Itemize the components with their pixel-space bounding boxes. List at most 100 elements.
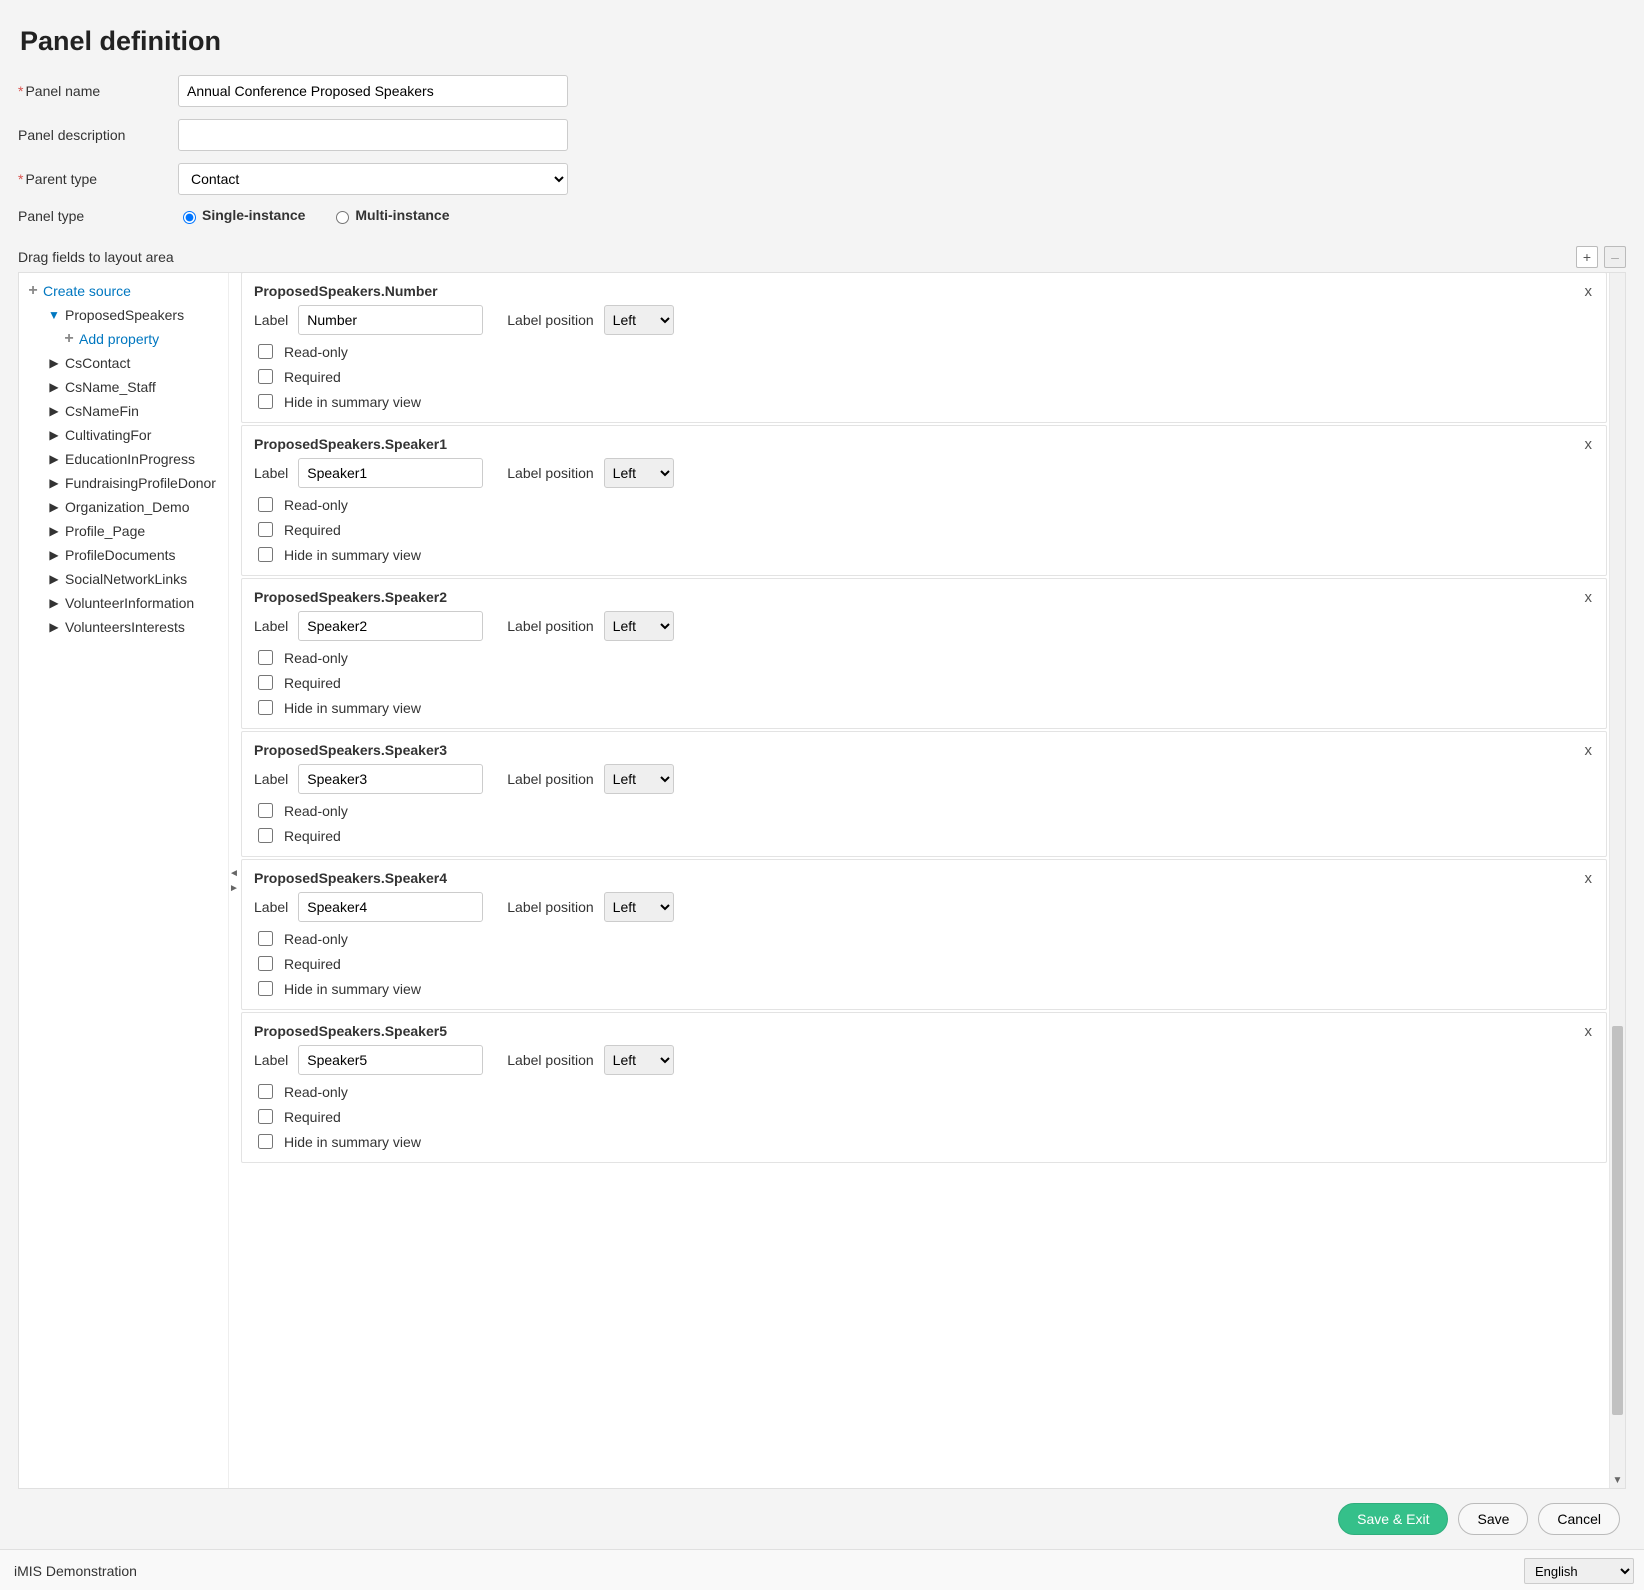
panel-desc-input[interactable] — [178, 119, 568, 151]
collapse-left-icon[interactable]: ◄ — [229, 868, 239, 879]
expand-icon[interactable]: ▶ — [45, 596, 63, 610]
tree-item[interactable]: ▶ProfileDocuments — [23, 543, 228, 567]
expand-icon[interactable]: ▶ — [45, 404, 63, 418]
save-button[interactable]: Save — [1458, 1503, 1528, 1535]
required-label: Required — [284, 1109, 341, 1125]
label-position-select[interactable]: Left — [604, 458, 674, 488]
field-block[interactable]: ProposedSpeakers.Speaker3xLabelLabel pos… — [241, 731, 1607, 857]
tree-item[interactable]: ▶Organization_Demo — [23, 495, 228, 519]
panel-type-multi-label[interactable]: Multi-instance — [331, 207, 449, 223]
field-block[interactable]: ProposedSpeakers.Speaker1xLabelLabel pos… — [241, 425, 1607, 576]
tree-root-proposedspeakers[interactable]: ▼ ProposedSpeakers — [23, 303, 228, 327]
remove-field-button[interactable]: x — [1585, 742, 1593, 759]
hide-summary-checkbox[interactable] — [258, 981, 273, 996]
parent-type-select[interactable]: Contact — [178, 163, 568, 195]
tree-item[interactable]: ▶CsContact — [23, 351, 228, 375]
splitter[interactable]: ◄ ► — [229, 273, 239, 1488]
expand-icon[interactable]: ▶ — [45, 620, 63, 634]
readonly-label: Read-only — [284, 497, 348, 513]
add-layout-button[interactable]: + — [1576, 246, 1598, 268]
save-exit-button[interactable]: Save & Exit — [1338, 1503, 1448, 1535]
field-name: ProposedSpeakers.Speaker5 — [254, 1023, 1594, 1039]
add-property-link[interactable]: + Add property — [23, 327, 228, 351]
hide-summary-label: Hide in summary view — [284, 394, 421, 410]
hide-summary-checkbox[interactable] — [258, 1134, 273, 1149]
expand-icon[interactable]: ▶ — [45, 380, 63, 394]
readonly-checkbox[interactable] — [258, 650, 273, 665]
field-label-input[interactable] — [298, 892, 483, 922]
readonly-label: Read-only — [284, 931, 348, 947]
expand-icon[interactable]: ▶ — [45, 548, 63, 562]
expand-icon[interactable]: ▶ — [45, 524, 63, 538]
tree-item[interactable]: ▶EducationInProgress — [23, 447, 228, 471]
expand-icon[interactable]: ▶ — [45, 500, 63, 514]
hide-summary-checkbox[interactable] — [258, 547, 273, 562]
tree-item[interactable]: ▶VolunteerInformation — [23, 591, 228, 615]
label-label: Label — [254, 1052, 288, 1068]
scroll-down-icon[interactable]: ▼ — [1610, 1475, 1625, 1486]
required-checkbox[interactable] — [258, 369, 273, 384]
tree-item[interactable]: ▶SocialNetworkLinks — [23, 567, 228, 591]
tree-item[interactable]: ▶CultivatingFor — [23, 423, 228, 447]
field-label-input[interactable] — [298, 1045, 483, 1075]
scrollbar-thumb[interactable] — [1612, 1026, 1623, 1415]
label-position-select[interactable]: Left — [604, 1045, 674, 1075]
create-source-link[interactable]: + Create source — [23, 279, 228, 303]
tree-item-label: CultivatingFor — [63, 427, 151, 443]
expand-right-icon[interactable]: ► — [229, 883, 239, 894]
hide-summary-checkbox[interactable] — [258, 700, 273, 715]
field-label-input[interactable] — [298, 764, 483, 794]
field-block[interactable]: ProposedSpeakers.NumberxLabelLabel posit… — [241, 273, 1607, 423]
field-name: ProposedSpeakers.Speaker4 — [254, 870, 1594, 886]
remove-field-button[interactable]: x — [1585, 1023, 1593, 1040]
collapse-icon[interactable]: ▼ — [45, 308, 63, 322]
expand-icon[interactable]: ▶ — [45, 428, 63, 442]
remove-field-button[interactable]: x — [1585, 589, 1593, 606]
tree-horizontal-scrollbar[interactable] — [19, 1474, 228, 1488]
footer-buttons: Save & Exit Save Cancel — [0, 1489, 1644, 1549]
label-position-select[interactable]: Left — [604, 305, 674, 335]
tree-item[interactable]: ▶CsName_Staff — [23, 375, 228, 399]
tree-item[interactable]: ▶CsNameFin — [23, 399, 228, 423]
required-checkbox[interactable] — [258, 956, 273, 971]
label-position-select[interactable]: Left — [604, 892, 674, 922]
field-name: ProposedSpeakers.Speaker2 — [254, 589, 1594, 605]
readonly-checkbox[interactable] — [258, 931, 273, 946]
language-select[interactable]: English — [1524, 1558, 1634, 1584]
cancel-button[interactable]: Cancel — [1538, 1503, 1620, 1535]
required-checkbox[interactable] — [258, 1109, 273, 1124]
panel-type-single-radio[interactable] — [183, 211, 196, 224]
field-block[interactable]: ProposedSpeakers.Speaker2xLabelLabel pos… — [241, 578, 1607, 729]
panel-name-input[interactable] — [178, 75, 568, 107]
field-label-input[interactable] — [298, 305, 483, 335]
expand-icon[interactable]: ▶ — [45, 356, 63, 370]
label-position-select[interactable]: Left — [604, 764, 674, 794]
hide-summary-checkbox[interactable] — [258, 394, 273, 409]
remove-field-button[interactable]: x — [1585, 436, 1593, 453]
label-position-select[interactable]: Left — [604, 611, 674, 641]
expand-icon[interactable]: ▶ — [45, 572, 63, 586]
tree-item[interactable]: ▶VolunteersInterests — [23, 615, 228, 639]
panel-type-single-label[interactable]: Single-instance — [178, 207, 305, 223]
field-block[interactable]: ProposedSpeakers.Speaker5xLabelLabel pos… — [241, 1012, 1607, 1163]
panel-type-multi-radio[interactable] — [336, 211, 349, 224]
expand-icon[interactable]: ▶ — [45, 476, 63, 490]
readonly-checkbox[interactable] — [258, 344, 273, 359]
tree-item[interactable]: ▶FundraisingProfileDonor — [23, 471, 228, 495]
required-checkbox[interactable] — [258, 522, 273, 537]
field-label-input[interactable] — [298, 611, 483, 641]
remove-field-button[interactable]: x — [1585, 283, 1593, 300]
field-label-input[interactable] — [298, 458, 483, 488]
expand-icon[interactable]: ▶ — [45, 452, 63, 466]
readonly-checkbox[interactable] — [258, 1084, 273, 1099]
layout-area[interactable]: ProposedSpeakers.NumberxLabelLabel posit… — [239, 273, 1609, 1488]
remove-field-button[interactable]: x — [1585, 870, 1593, 887]
required-checkbox[interactable] — [258, 675, 273, 690]
panel-desc-row: Panel description — [18, 119, 1626, 151]
layout-vertical-scrollbar[interactable]: ▼ — [1609, 273, 1625, 1488]
readonly-checkbox[interactable] — [258, 803, 273, 818]
required-checkbox[interactable] — [258, 828, 273, 843]
field-block[interactable]: ProposedSpeakers.Speaker4xLabelLabel pos… — [241, 859, 1607, 1010]
tree-item[interactable]: ▶Profile_Page — [23, 519, 228, 543]
readonly-checkbox[interactable] — [258, 497, 273, 512]
